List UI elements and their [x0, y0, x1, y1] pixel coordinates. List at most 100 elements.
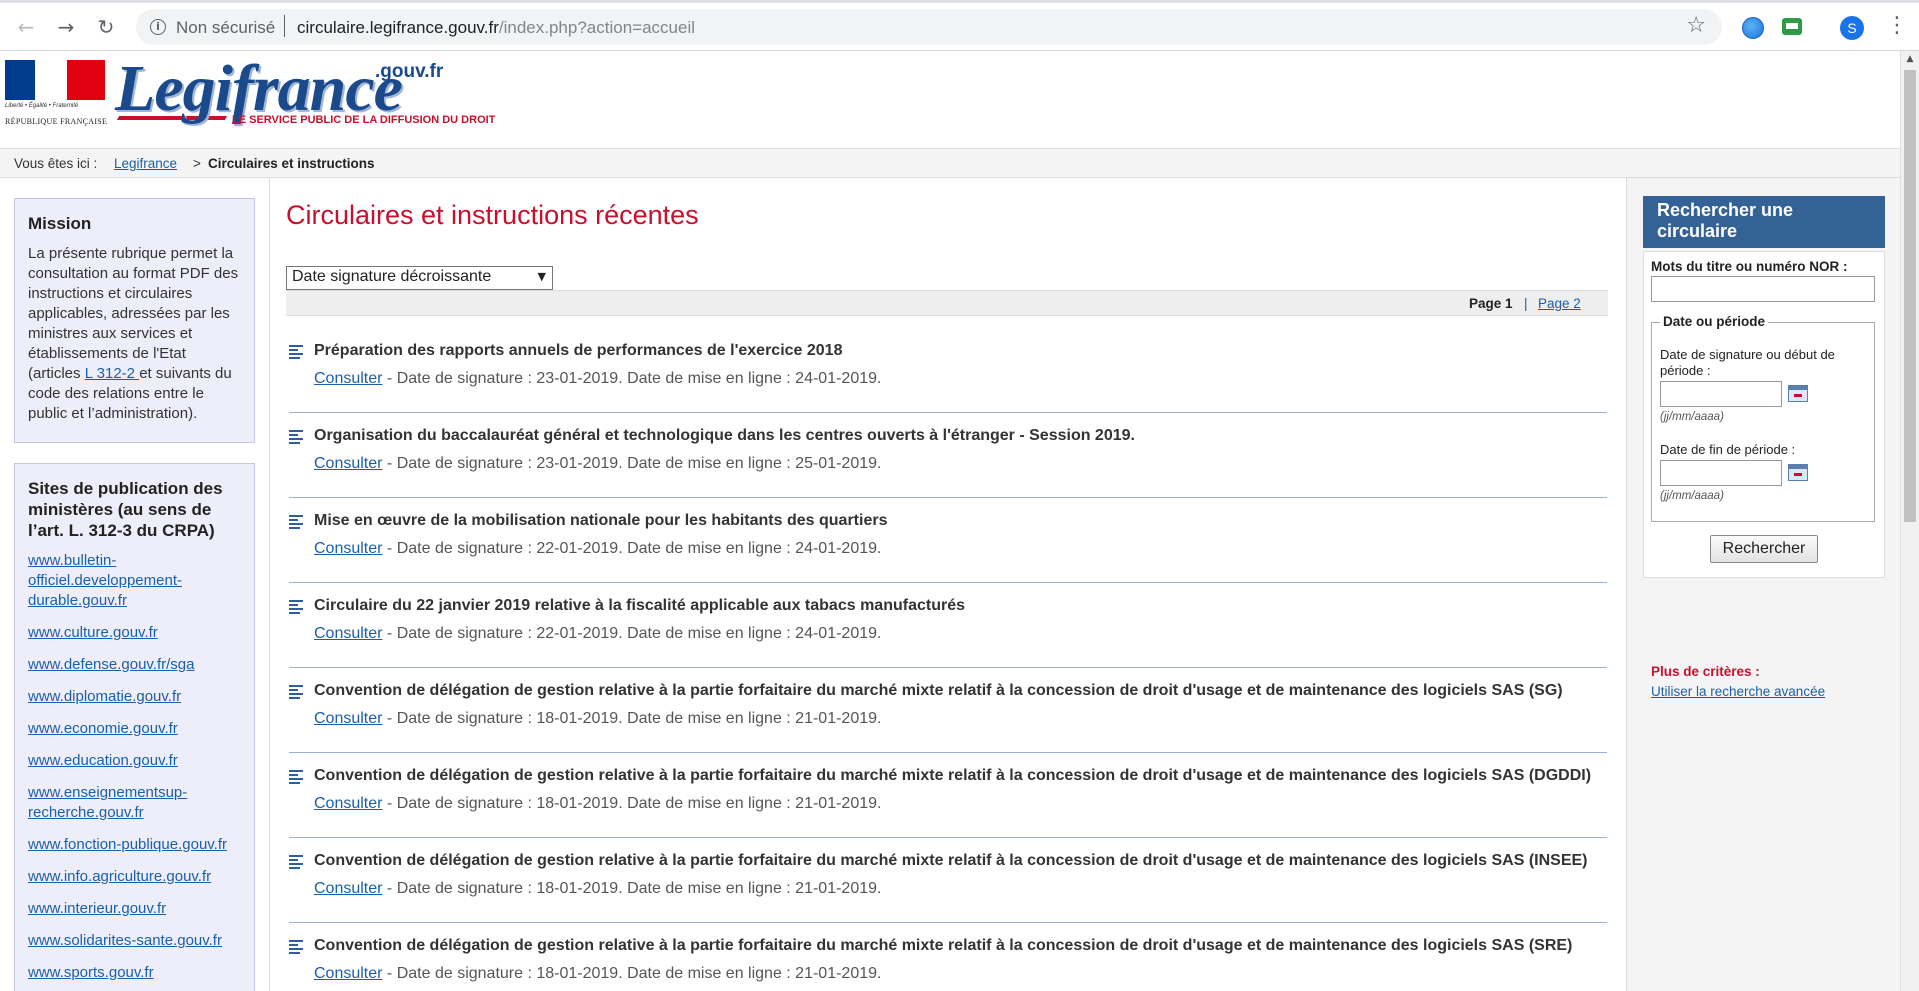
result-meta: Consulter - Date de signature : 18-01-20…: [314, 880, 881, 898]
site-link[interactable]: www.sports.gouv.fr: [28, 963, 241, 983]
consult-link[interactable]: Consulter: [314, 965, 382, 982]
result-meta: Consulter - Date de signature : 22-01-20…: [314, 625, 881, 643]
consult-link[interactable]: Consulter: [314, 540, 382, 557]
consult-link[interactable]: Consulter: [314, 795, 382, 812]
mission-title: Mission: [28, 214, 92, 233]
page-current: Page 1: [1469, 296, 1513, 311]
result-title: Préparation des rapports annuels de perf…: [314, 342, 843, 359]
info-icon[interactable]: i: [150, 19, 166, 35]
result-dates: - Date de signature : 18-01-2019. Date d…: [382, 880, 882, 897]
logo-motto: Liberté • Égalité • Fraternité: [5, 103, 79, 109]
consult-link[interactable]: Consulter: [314, 710, 382, 727]
mission-article-link[interactable]: L 312-2: [85, 365, 140, 382]
page-scrollbar[interactable]: ▲: [1900, 51, 1919, 991]
page-2-link[interactable]: Page 2: [1538, 296, 1581, 311]
document-lines-icon: [289, 770, 303, 784]
result-title: Convention de délégation de gestion rela…: [314, 682, 1563, 699]
page-title: Circulaires et instructions récentes: [286, 200, 699, 230]
result-meta: Consulter - Date de signature : 18-01-20…: [314, 795, 881, 813]
back-arrow-icon[interactable]: ←: [12, 13, 40, 41]
site-link[interactable]: www.economie.gouv.fr: [28, 719, 241, 739]
forward-arrow-icon[interactable]: →: [52, 13, 80, 41]
star-icon[interactable]: ☆: [1686, 13, 1706, 38]
end-date-hint: (jj/mm/aaaa): [1660, 490, 1724, 502]
search-button[interactable]: Rechercher: [1710, 535, 1818, 563]
sites-list: www.bulletin-officiel.developpement-dura…: [28, 551, 241, 983]
breadcrumb-prefix: Vous êtes ici :: [14, 156, 98, 171]
site-link[interactable]: www.enseignementsup-recherche.gouv.fr: [28, 783, 241, 823]
mission-box: Mission La présente rubrique permet la c…: [14, 198, 255, 443]
globe-extension-icon[interactable]: [1742, 17, 1764, 39]
site-link[interactable]: www.education.gouv.fr: [28, 751, 241, 771]
result-item: Convention de délégation de gestion rela…: [289, 753, 1607, 838]
result-item: Convention de délégation de gestion rela…: [289, 838, 1607, 923]
scroll-up-arrow-icon[interactable]: ▲: [1901, 51, 1919, 68]
result-meta: Consulter - Date de signature : 22-01-20…: [314, 540, 881, 558]
republique-francaise-logo[interactable]: Liberté • Égalité • Fraternité RÉPUBLIQU…: [5, 60, 107, 134]
sort-select[interactable]: Date signature décroissante ▼: [286, 266, 553, 290]
result-meta: Consulter - Date de signature : 23-01-20…: [314, 455, 881, 473]
site-link[interactable]: www.culture.gouv.fr: [28, 623, 241, 643]
document-lines-icon: [289, 600, 303, 614]
url-domain: circulaire.legifrance.gouv.fr: [297, 18, 499, 37]
result-meta: Consulter - Date de signature : 18-01-20…: [314, 965, 881, 983]
address-bar[interactable]: i Non sécurisé circulaire.legifrance.gou…: [136, 9, 1722, 45]
result-item: Circulaire du 22 janvier 2019 relative à…: [289, 583, 1607, 668]
site-link[interactable]: www.solidarites-sante.gouv.fr: [28, 931, 241, 951]
result-item: Préparation des rapports annuels de perf…: [289, 328, 1607, 413]
site-link[interactable]: www.defense.gouv.fr/sga: [28, 655, 241, 675]
marianne-flag: [5, 60, 105, 100]
breadcrumb-current: Circulaires et instructions: [208, 156, 375, 171]
result-title: Circulaire du 22 janvier 2019 relative à…: [314, 597, 965, 614]
calendar-icon[interactable]: [1788, 464, 1808, 481]
nor-input[interactable]: [1651, 276, 1875, 302]
consult-link[interactable]: Consulter: [314, 455, 382, 472]
consult-link[interactable]: Consulter: [314, 370, 382, 387]
browser-toolbar: ← → ↻ i Non sécurisé circulaire.legifran…: [0, 3, 1919, 51]
pagination: Page 1 | Page 2: [286, 290, 1608, 316]
document-lines-icon: [289, 515, 303, 529]
site-link[interactable]: www.diplomatie.gouv.fr: [28, 687, 241, 707]
site-link[interactable]: www.bulletin-officiel.developpement-dura…: [28, 551, 241, 611]
result-dates: - Date de signature : 22-01-2019. Date d…: [382, 625, 882, 642]
document-lines-icon: [289, 345, 303, 359]
start-date-hint: (jj/mm/aaaa): [1660, 411, 1724, 423]
result-item: Mise en œuvre de la mobilisation nationa…: [289, 498, 1607, 583]
sort-select-value: Date signature décroissante: [292, 268, 492, 285]
end-date-input[interactable]: [1660, 460, 1782, 486]
document-lines-icon: [289, 685, 303, 699]
start-date-input[interactable]: [1660, 381, 1782, 407]
site-link[interactable]: www.fonction-publique.gouv.fr: [28, 835, 241, 855]
result-meta: Consulter - Date de signature : 18-01-20…: [314, 710, 881, 728]
logo-suffix: .gouv.fr: [375, 61, 444, 82]
reload-icon[interactable]: ↻: [92, 13, 120, 41]
consult-link[interactable]: Consulter: [314, 880, 382, 897]
document-lines-icon: [289, 430, 303, 444]
document-lines-icon: [289, 855, 303, 869]
page-viewport: Liberté • Égalité • Fraternité RÉPUBLIQU…: [0, 51, 1900, 991]
start-date-label: Date de signature ou début de période :: [1660, 347, 1835, 378]
site-link[interactable]: www.info.agriculture.gouv.fr: [28, 867, 241, 887]
profile-avatar[interactable]: S: [1840, 16, 1864, 40]
menu-icon[interactable]: ⋮: [1886, 13, 1908, 38]
calendar-icon[interactable]: [1788, 385, 1808, 402]
result-title: Mise en œuvre de la mobilisation nationa…: [314, 512, 888, 529]
result-dates: - Date de signature : 18-01-2019. Date d…: [382, 710, 882, 727]
consult-link[interactable]: Consulter: [314, 625, 382, 642]
scroll-thumb[interactable]: [1904, 70, 1916, 522]
result-dates: - Date de signature : 18-01-2019. Date d…: [382, 965, 882, 982]
result-title: Organisation du baccalauréat général et …: [314, 427, 1135, 444]
breadcrumb-home-link[interactable]: Legifrance: [114, 156, 177, 171]
url-separator: [284, 15, 285, 37]
url-text[interactable]: circulaire.legifrance.gouv.fr/index.php?…: [297, 18, 695, 38]
result-title: Convention de délégation de gestion rela…: [314, 767, 1592, 784]
result-dates: - Date de signature : 23-01-2019. Date d…: [382, 455, 882, 472]
site-header: Liberté • Égalité • Fraternité RÉPUBLIQU…: [0, 51, 1900, 148]
search-panel-title: Rechercher une circulaire: [1643, 196, 1885, 248]
result-item: Convention de délégation de gestion rela…: [289, 923, 1607, 991]
green-extension-icon[interactable]: [1782, 18, 1802, 35]
advanced-search-link[interactable]: Utiliser la recherche avancée: [1651, 684, 1825, 699]
main-content: Circulaires et instructions récentes Dat…: [286, 178, 1610, 991]
site-link[interactable]: www.interieur.gouv.fr: [28, 899, 241, 919]
nor-label: Mots du titre ou numéro NOR :: [1651, 259, 1848, 274]
